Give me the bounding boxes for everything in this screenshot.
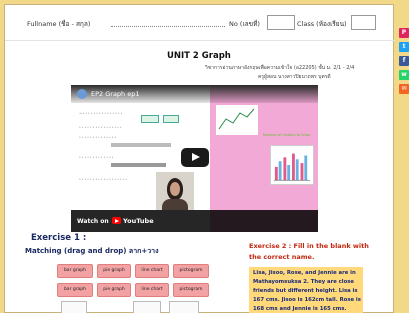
watch-on-label[interactable]: Watch on <box>77 218 109 225</box>
drag-tile-line-chart[interactable]: line chart <box>135 283 169 297</box>
number-input[interactable] <box>267 15 295 30</box>
video-bar-chart <box>270 145 314 185</box>
exercise2-title-cont: the correct name. <box>249 253 315 261</box>
exercise1-title: Exercise 1 : <box>31 233 87 243</box>
fullname-label: Fullname (ชื่อ - สกุล) <box>27 20 91 28</box>
diagram-box <box>141 115 159 123</box>
facebook-icon[interactable]: f <box>399 56 409 66</box>
worksheet-page: Fullname (ชื่อ - สกุล) No (เลขที่) Class… <box>4 4 395 313</box>
worksheet-header: Fullname (ชื่อ - สกุล) No (เลขที่) Class… <box>5 5 395 41</box>
drag-tile-line-chart[interactable]: line chart <box>135 264 169 278</box>
class-input[interactable] <box>351 15 376 30</box>
drag-tile-pie-graph[interactable]: pie graph <box>97 264 131 278</box>
twitter-icon[interactable]: t <box>399 42 409 52</box>
unit-title: UNIT 2 Graph <box>167 51 231 61</box>
passage-line: Mathayomsuksa 2. They are close <box>253 279 354 285</box>
diagram-arrow <box>111 163 166 167</box>
presenter-webcam <box>156 172 194 210</box>
drop-zone[interactable] <box>133 301 161 313</box>
channel-avatar[interactable] <box>77 89 87 99</box>
subject-line: วิชาการอ่านภาษาอังกฤษเพื่อความเข้าใจ (อ2… <box>205 65 355 71</box>
drop-zone[interactable] <box>169 301 199 313</box>
video-title[interactable]: EP2 Graph ep1 <box>91 90 140 98</box>
chart-bar <box>274 166 278 181</box>
email-icon[interactable]: ✉ <box>399 84 409 94</box>
class-label: Class (ห้องเรียน) <box>297 20 347 28</box>
number-label: No (เลขที่) <box>229 20 260 28</box>
diagram-box <box>163 115 179 123</box>
youtube-wordmark[interactable]: YouTube <box>123 217 154 225</box>
drag-tile-pie-graph[interactable]: pie graph <box>97 283 131 297</box>
chart-bar <box>300 163 304 181</box>
video-top-bar: EP2 Graph ep1 <box>71 85 318 103</box>
drag-tile-bar-graph[interactable]: bar graph <box>57 264 93 278</box>
teacher-line: ครูผู้สอน นางสาวปิยนาถพร บุตรดี <box>258 74 331 80</box>
video-line-chart <box>216 105 258 135</box>
exercise2-title: Exercise 2 : Fill in the blank with <box>249 242 369 250</box>
passage-line: Lisa, Jisoo, Rose, and Jennie are in <box>253 270 356 276</box>
whatsapp-icon[interactable]: w <box>399 70 409 80</box>
drop-zone[interactable] <box>61 301 87 313</box>
video-chart-caption: Number of Visitors to Shop <box>263 133 311 137</box>
exercise1-subtitle: Matching (drag and drop) ลาก+วาง <box>25 247 159 255</box>
drag-tile-pictogram[interactable]: pictogram <box>173 283 209 297</box>
play-button[interactable] <box>181 148 209 167</box>
share-rail: P t f w ✉ <box>398 0 409 313</box>
passage-line: 167 cms. Jisoo is 162cm tall. Rose is <box>253 297 361 303</box>
passage-line: 168 cms and Jennie is 165 cms. <box>253 306 347 312</box>
passage-line: friends but different height. Lisa is <box>253 288 358 294</box>
chart-bar <box>304 155 308 181</box>
chart-bar <box>287 165 291 181</box>
exercise2-passage: Lisa, Jisoo, Rose, and Jennie are in Mat… <box>249 267 363 313</box>
youtube-video-embed[interactable]: → • • • • • • • • • • • • • • • • • • • … <box>71 85 318 232</box>
drag-tile-bar-graph[interactable]: bar graph <box>57 283 93 297</box>
chart-bar <box>292 153 295 181</box>
diagram-arrow <box>111 143 171 147</box>
drag-tile-pictogram[interactable]: pictogram <box>173 264 209 278</box>
pinterest-icon[interactable]: P <box>399 28 409 38</box>
chart-bar <box>278 161 282 181</box>
youtube-logo-icon[interactable] <box>112 217 121 224</box>
fullname-input[interactable] <box>111 26 225 27</box>
chart-bar <box>295 159 299 181</box>
chart-bar <box>283 157 287 181</box>
video-bottom-bar: Watch on YouTube <box>71 210 318 232</box>
